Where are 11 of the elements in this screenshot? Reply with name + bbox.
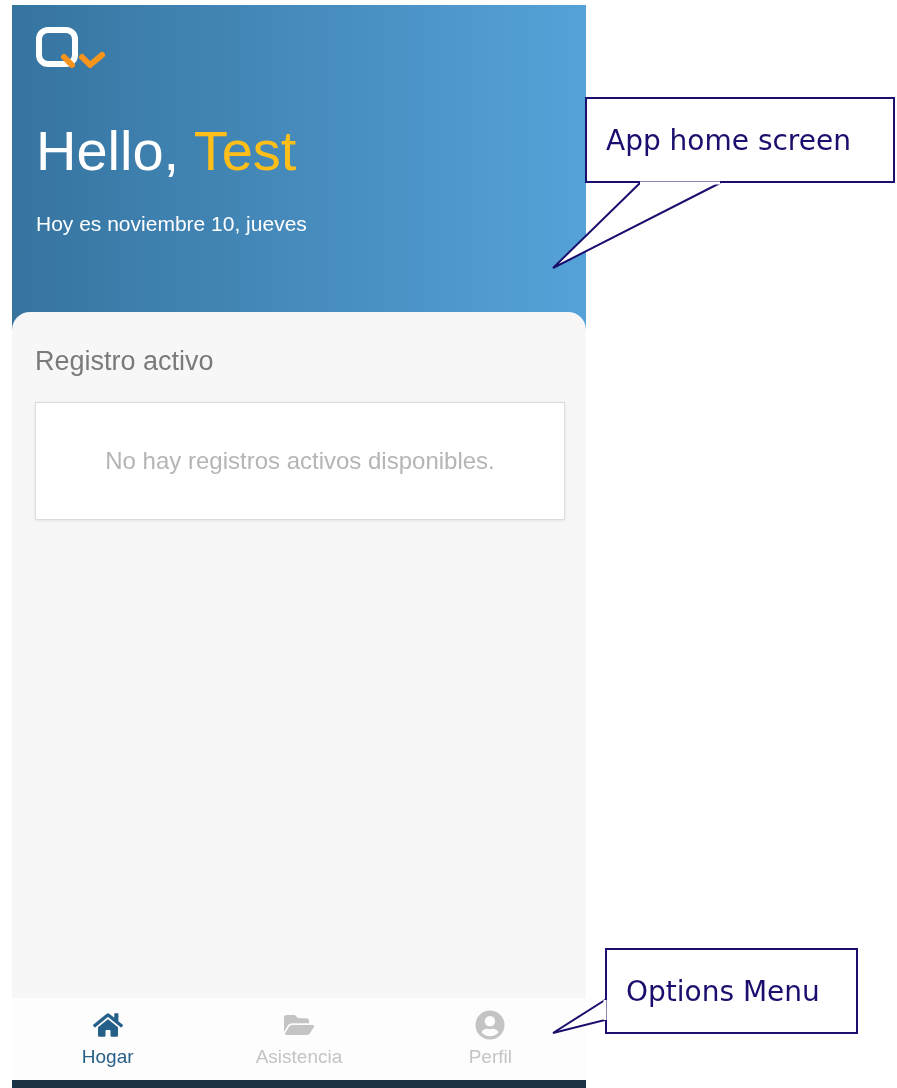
nav-tab[interactable]: Asistencia [203, 998, 395, 1080]
empty-state-card: No hay registros activos disponibles. [35, 402, 565, 520]
greeting-text: Hello, Test [36, 118, 298, 184]
nav-tab[interactable]: Perfil [394, 998, 586, 1080]
user-icon [475, 1010, 506, 1040]
callout-text: Options Menu [626, 975, 820, 1008]
nav-tab[interactable]: Hogar [12, 998, 204, 1080]
callout-text: App home screen [606, 124, 851, 157]
date-text: Hoy es noviembre 10, jueves [36, 212, 308, 237]
section-title: Registro activo [35, 346, 215, 377]
home-icon [92, 1010, 123, 1040]
